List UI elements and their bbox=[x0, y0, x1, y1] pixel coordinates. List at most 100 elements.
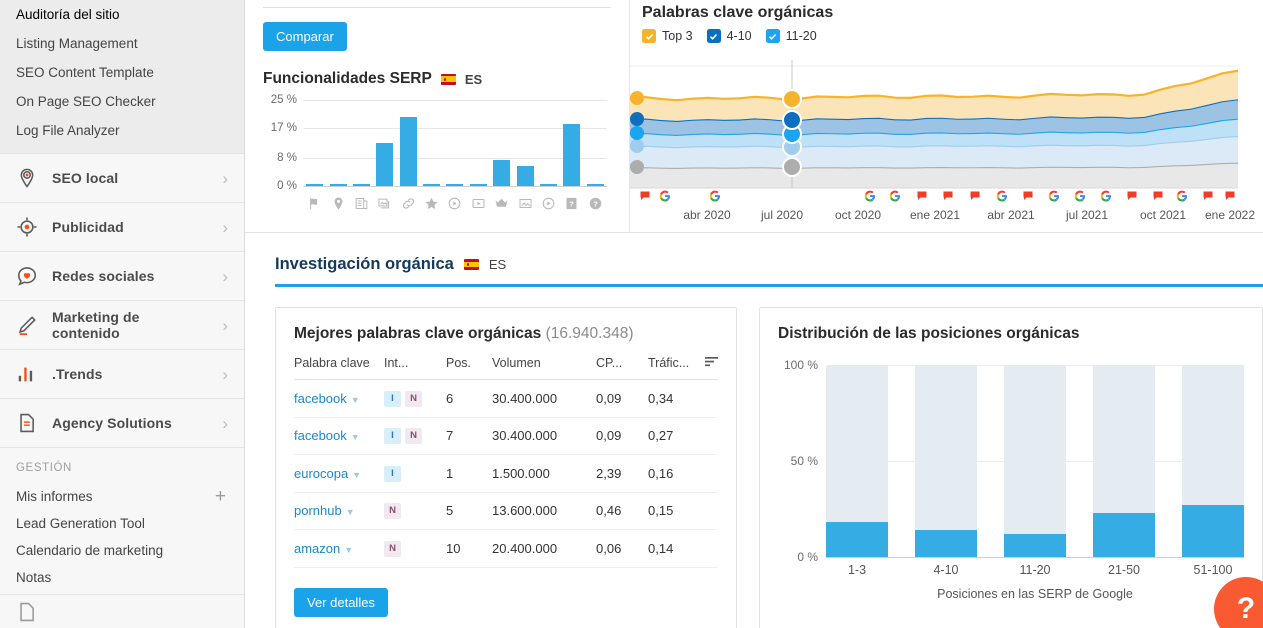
checkbox[interactable] bbox=[642, 29, 656, 43]
google-update-marker-icon[interactable] bbox=[1100, 190, 1112, 202]
column-header-keyword[interactable]: Palabra clave bbox=[294, 352, 384, 380]
cell-keyword[interactable]: amazon ▼ bbox=[294, 529, 384, 568]
serp-bar[interactable] bbox=[376, 143, 394, 186]
serp-bar[interactable] bbox=[329, 184, 347, 186]
serp-bar[interactable] bbox=[446, 184, 464, 186]
note-marker-icon[interactable] bbox=[942, 190, 954, 202]
cell-keyword[interactable]: eurocopa ▼ bbox=[294, 454, 384, 493]
google-update-marker-icon[interactable] bbox=[996, 190, 1008, 202]
sidebar-item-lead-generation-tool[interactable]: Lead Generation Tool bbox=[16, 510, 228, 537]
keyword-link[interactable]: facebook bbox=[294, 391, 347, 406]
distribution-bar-column[interactable] bbox=[1093, 365, 1155, 557]
sidebar-item-redes-sociales[interactable]: Redes sociales › bbox=[0, 251, 244, 300]
sidebar-item-listing-management[interactable]: Listing Management bbox=[0, 29, 244, 58]
area-data-point[interactable] bbox=[781, 157, 802, 178]
legend-item-top-3[interactable]: Top 3 bbox=[642, 29, 693, 43]
intent-badge-n[interactable]: N bbox=[405, 428, 422, 445]
area-data-point[interactable] bbox=[630, 90, 644, 105]
plus-icon[interactable]: + bbox=[215, 487, 228, 506]
video-box-icon[interactable] bbox=[471, 196, 486, 211]
column-header-intent[interactable]: Int... bbox=[384, 352, 446, 380]
area-data-point[interactable] bbox=[630, 112, 644, 127]
note-marker-icon[interactable] bbox=[1202, 190, 1214, 202]
serp-bar[interactable] bbox=[539, 184, 557, 186]
question-circle-icon[interactable]: ? bbox=[588, 196, 603, 211]
note-marker-icon[interactable] bbox=[916, 190, 928, 202]
serp-bar[interactable] bbox=[306, 184, 324, 186]
sidebar-item-log-file-analyzer[interactable]: Log File Analyzer bbox=[0, 116, 244, 145]
distribution-bar-column[interactable] bbox=[826, 365, 888, 557]
link-icon[interactable] bbox=[401, 196, 416, 211]
flag-icon[interactable] bbox=[307, 196, 322, 211]
google-update-marker-icon[interactable] bbox=[659, 190, 671, 202]
chevron-down-icon[interactable]: ▼ bbox=[344, 545, 353, 555]
table-row[interactable]: facebook ▼ I N 7 30.400.000 0,09 0,27 bbox=[294, 417, 718, 456]
serp-bar[interactable] bbox=[469, 184, 487, 186]
checkbox[interactable] bbox=[765, 29, 780, 43]
image-icon[interactable] bbox=[518, 196, 533, 211]
image-pack-icon[interactable] bbox=[377, 196, 392, 211]
column-header-volume[interactable]: Volumen bbox=[492, 352, 596, 380]
chevron-down-icon[interactable]: ▼ bbox=[352, 470, 361, 480]
google-update-marker-icon[interactable] bbox=[1176, 190, 1188, 202]
table-row[interactable]: amazon ▼ N 10 20.400.000 0,06 0,14 bbox=[294, 529, 718, 568]
sidebar-item-bottom-truncated[interactable] bbox=[0, 594, 244, 628]
note-marker-icon[interactable] bbox=[1152, 190, 1164, 202]
keyword-link[interactable]: amazon bbox=[294, 541, 340, 556]
table-row[interactable]: facebook ▼ I N 6 30.400.000 0,09 0,34 bbox=[294, 379, 718, 418]
sidebar-item-seo-content-template[interactable]: SEO Content Template bbox=[0, 58, 244, 87]
distribution-bar-column[interactable] bbox=[1182, 365, 1244, 557]
area-data-point[interactable] bbox=[630, 138, 644, 153]
serp-bar[interactable] bbox=[399, 117, 417, 186]
serp-bar[interactable] bbox=[563, 124, 581, 186]
chevron-down-icon[interactable]: ▼ bbox=[351, 432, 360, 442]
note-marker-icon[interactable] bbox=[1022, 190, 1034, 202]
sidebar-item-marketing-de-contenido[interactable]: Marketing de contenido › bbox=[0, 300, 244, 349]
star-icon[interactable] bbox=[424, 196, 439, 211]
sidebar-item-seo-local[interactable]: SEO local › bbox=[0, 153, 244, 202]
cell-keyword[interactable]: facebook ▼ bbox=[294, 417, 384, 456]
sort-icon[interactable] bbox=[705, 356, 718, 370]
cell-keyword[interactable]: pornhub ▼ bbox=[294, 492, 384, 531]
intent-badge-i[interactable]: I bbox=[384, 390, 401, 407]
sidebar-item-auditoria-del-sitio[interactable]: Auditoría del sitio bbox=[0, 0, 244, 29]
sidebar-item-notas[interactable]: Notas bbox=[16, 564, 228, 591]
news-icon[interactable] bbox=[354, 196, 369, 211]
sidebar-item-mis-informes[interactable]: Mis informes + bbox=[16, 483, 228, 510]
column-header-traffic[interactable]: Tráfic... bbox=[648, 352, 718, 380]
intent-badge-n[interactable]: N bbox=[405, 390, 422, 407]
crown-icon[interactable] bbox=[494, 196, 509, 211]
area-data-point[interactable] bbox=[781, 110, 802, 131]
google-update-marker-icon[interactable] bbox=[889, 190, 901, 202]
compare-button[interactable]: Comparar bbox=[263, 22, 347, 51]
serp-bar[interactable] bbox=[586, 184, 604, 186]
map-pin-icon[interactable] bbox=[331, 196, 346, 211]
video-circle-icon[interactable] bbox=[447, 196, 462, 211]
sidebar-item-agency-solutions[interactable]: Agency Solutions › bbox=[0, 398, 244, 447]
note-marker-icon[interactable] bbox=[639, 190, 651, 202]
keyword-link[interactable]: pornhub bbox=[294, 503, 342, 518]
note-marker-icon[interactable] bbox=[969, 190, 981, 202]
sidebar-item-trends[interactable]: .Trends › bbox=[0, 349, 244, 398]
table-row[interactable]: eurocopa ▼ I 1 1.500.000 2,39 0,16 bbox=[294, 454, 718, 493]
table-row[interactable]: pornhub ▼ N 5 13.600.000 0,46 0,15 bbox=[294, 492, 718, 531]
distribution-bar-column[interactable] bbox=[1004, 365, 1066, 557]
area-data-point[interactable] bbox=[781, 89, 802, 110]
sidebar-item-calendario-de-marketing[interactable]: Calendario de marketing bbox=[16, 537, 228, 564]
google-update-marker-icon[interactable] bbox=[1048, 190, 1060, 202]
note-marker-icon[interactable] bbox=[1224, 190, 1236, 202]
serp-bar[interactable] bbox=[493, 160, 511, 186]
play-circle-icon[interactable] bbox=[541, 196, 556, 211]
keyword-link[interactable]: eurocopa bbox=[294, 466, 348, 481]
sidebar-item-publicidad[interactable]: Publicidad › bbox=[0, 202, 244, 251]
intent-badge-i[interactable]: I bbox=[384, 428, 401, 445]
sidebar-item-on-page-seo-checker[interactable]: On Page SEO Checker bbox=[0, 87, 244, 116]
chevron-down-icon[interactable]: ▼ bbox=[351, 395, 360, 405]
google-update-marker-icon[interactable] bbox=[864, 190, 876, 202]
serp-bar[interactable] bbox=[423, 184, 441, 186]
serp-bar[interactable] bbox=[352, 184, 370, 186]
serp-bar[interactable] bbox=[516, 166, 534, 186]
column-header-cpc[interactable]: CP... bbox=[596, 352, 648, 380]
google-update-marker-icon[interactable] bbox=[709, 190, 721, 202]
google-update-marker-icon[interactable] bbox=[1074, 190, 1086, 202]
